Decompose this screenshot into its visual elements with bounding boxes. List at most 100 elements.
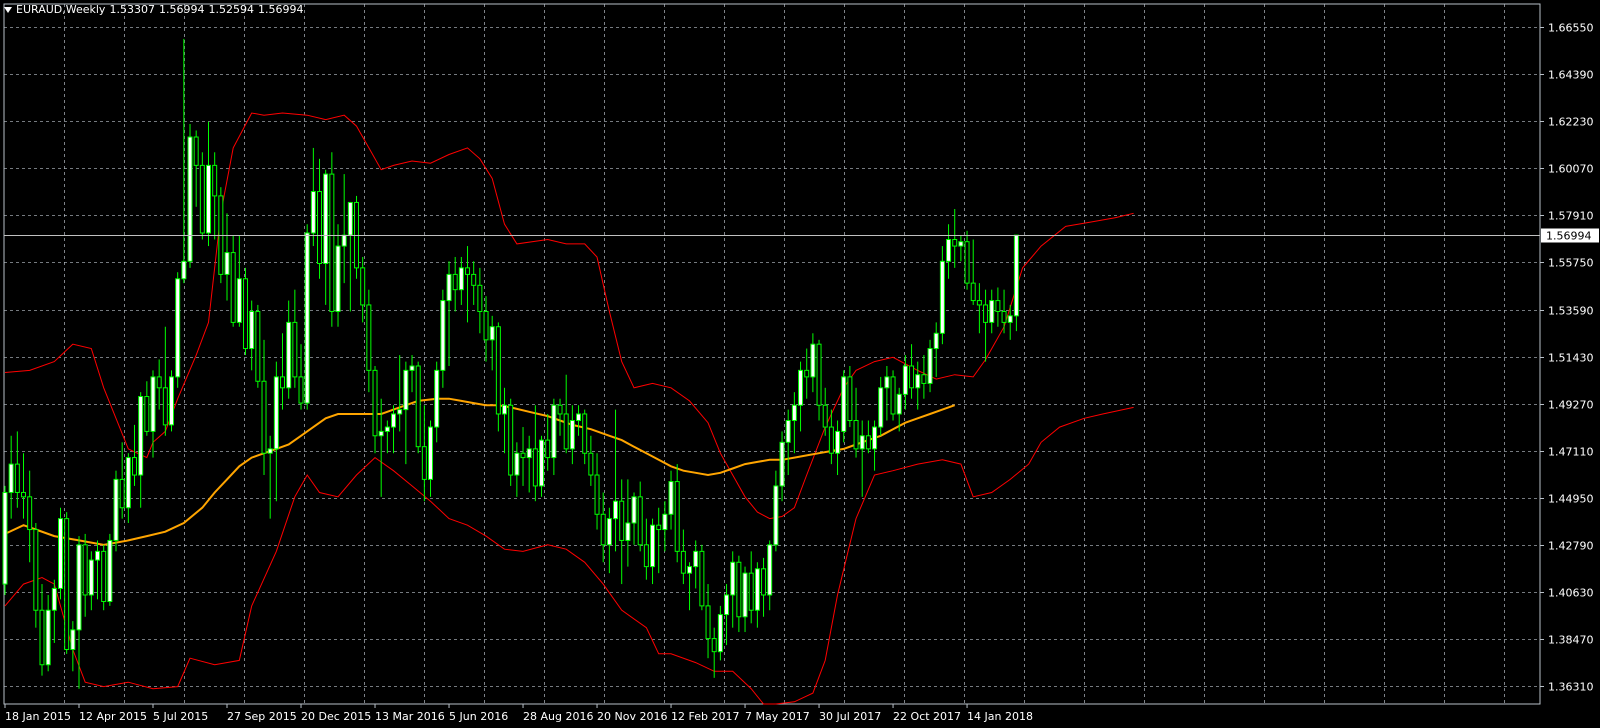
candle-body xyxy=(872,426,878,450)
x-tick-label: 12 Feb 2017 xyxy=(671,710,739,723)
candle-body xyxy=(742,572,748,618)
x-tick-label: 28 Aug 2016 xyxy=(523,710,593,723)
candle-body xyxy=(415,365,421,448)
candle-body xyxy=(249,310,255,350)
candle-body xyxy=(39,609,45,666)
candle-body xyxy=(384,426,390,432)
candle-body xyxy=(828,426,834,454)
candle-body xyxy=(1001,310,1007,323)
candle-body xyxy=(532,448,538,487)
y-tick-label: 1.55750 xyxy=(1548,257,1594,270)
candle-body xyxy=(477,284,483,312)
candle-body xyxy=(95,550,101,561)
chart-root[interactable]: EURAUD,Weekly 1.53307 1.56994 1.52594 1.… xyxy=(0,0,1600,728)
price-chart[interactable]: 1.66550 1.64390 1.62230 1.60070 1.57910 1.557… xyxy=(0,0,1600,728)
candle-body xyxy=(736,561,742,618)
candle-body xyxy=(280,376,286,389)
candle-body xyxy=(724,594,730,616)
candle-body xyxy=(841,376,847,432)
candle-body xyxy=(1013,234,1019,317)
candle-body xyxy=(946,239,952,262)
candle-body xyxy=(101,550,107,603)
candle-body xyxy=(175,278,181,378)
candle-body xyxy=(514,452,520,476)
candle-body xyxy=(847,376,853,422)
candle-body xyxy=(576,413,582,422)
candle-body xyxy=(76,544,82,631)
candle-body xyxy=(132,457,138,476)
candle-body xyxy=(927,348,933,384)
x-tick-label: 20 Nov 2016 xyxy=(597,710,667,723)
candle-body xyxy=(156,376,162,389)
candle-body xyxy=(162,387,168,426)
candle-body xyxy=(1007,315,1013,323)
candle-body xyxy=(119,478,125,509)
candle-body xyxy=(27,496,33,531)
candle-body xyxy=(224,252,230,275)
candle-body xyxy=(304,232,310,404)
candle-body xyxy=(606,518,612,546)
x-tick-label: 18 Jan 2015 xyxy=(5,710,71,723)
candle-body xyxy=(372,369,378,437)
y-tick-label: 1.62230 xyxy=(1548,116,1594,129)
candle-body xyxy=(113,478,119,541)
candle-body xyxy=(915,374,921,389)
candle-body xyxy=(150,376,156,432)
candle-body xyxy=(199,164,205,234)
y-tick-label: 1.57910 xyxy=(1548,210,1594,223)
candle-body xyxy=(643,544,649,568)
candle-body xyxy=(14,463,20,493)
x-tick-label: 14 Jan 2018 xyxy=(967,710,1033,723)
y-tick-label: 1.38470 xyxy=(1548,634,1594,647)
candle-body xyxy=(440,300,446,371)
candle-body xyxy=(779,441,785,487)
candle-body xyxy=(298,376,304,404)
x-tick-label: 27 Sep 2015 xyxy=(227,710,297,723)
candle-body xyxy=(619,500,625,541)
candle-body xyxy=(680,550,686,574)
candle-body xyxy=(748,572,754,611)
candle-body xyxy=(378,430,384,437)
candle-body xyxy=(958,241,964,247)
candle-body xyxy=(822,404,828,428)
candle-body xyxy=(471,273,477,286)
candle-body xyxy=(909,365,915,389)
candle-body xyxy=(717,614,723,653)
candle-body xyxy=(582,413,588,454)
y-tick-label: 1.66550 xyxy=(1548,22,1594,35)
candle-body xyxy=(545,439,551,459)
candle-body xyxy=(366,304,372,371)
y-tick-label: 1.51430 xyxy=(1548,352,1594,365)
candle-body xyxy=(933,332,939,350)
candle-body xyxy=(816,343,822,406)
candle-body xyxy=(107,539,113,603)
candle-body xyxy=(181,260,187,280)
candle-body xyxy=(273,376,279,450)
candle-body xyxy=(21,491,27,498)
candle-body xyxy=(970,282,976,302)
candle-body xyxy=(625,522,631,541)
candle-body xyxy=(212,164,218,197)
candle-body xyxy=(236,278,242,323)
y-tick-label: 1.53590 xyxy=(1548,305,1594,318)
candle-body xyxy=(921,374,927,384)
candle-body xyxy=(51,587,57,611)
candle-body xyxy=(144,396,150,432)
candle-body xyxy=(662,513,668,531)
y-tick-label: 1.47110 xyxy=(1548,446,1594,459)
candle-body xyxy=(88,559,94,596)
candle-body xyxy=(409,365,415,371)
candle-body xyxy=(687,566,693,574)
candle-body xyxy=(169,376,175,426)
candle-body xyxy=(939,260,945,334)
candle-body xyxy=(668,481,674,515)
candle-body xyxy=(434,369,440,428)
candle-body xyxy=(391,413,397,428)
candle-body xyxy=(520,452,526,459)
candle-body xyxy=(243,278,249,350)
candle-body xyxy=(884,376,890,389)
candle-body xyxy=(341,234,347,247)
x-tick-label: 22 Oct 2017 xyxy=(893,710,961,723)
candle-body xyxy=(964,241,970,284)
candle-body xyxy=(125,457,131,509)
